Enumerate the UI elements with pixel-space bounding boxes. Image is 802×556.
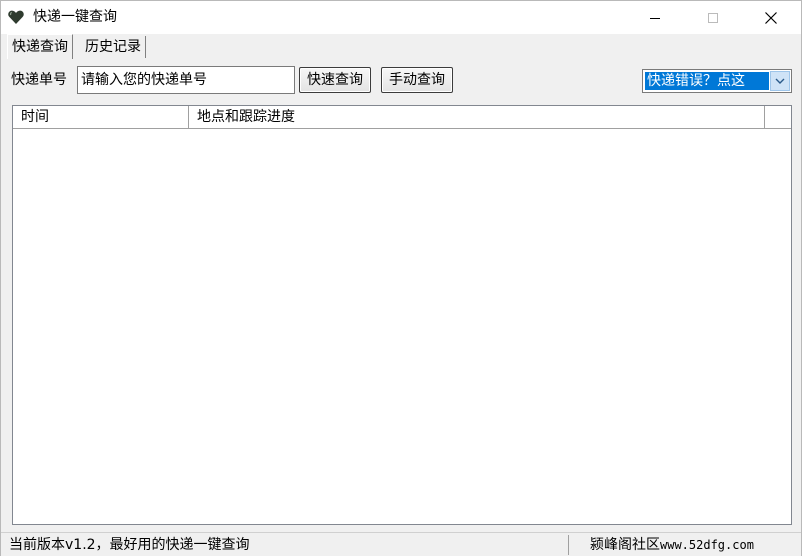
tab-express-query[interactable]: 快递查询 [7, 34, 73, 59]
dropdown-selected-value: 快递错误？点这 [645, 72, 769, 90]
tracking-results-list[interactable]: 时间 地点和跟踪进度 [12, 105, 792, 525]
column-header-time[interactable]: 时间 [13, 106, 189, 128]
chevron-down-icon [775, 78, 785, 84]
courier-error-dropdown[interactable]: 快递错误？点这 [642, 69, 792, 93]
app-window: 快递一键查询 快递查询 历史记录 快递单号 请输入您的快递单号 快速查询 手动查… [0, 0, 802, 556]
community-url: www.52dfg.com [660, 538, 754, 552]
close-icon [765, 11, 777, 24]
maximize-button[interactable] [684, 1, 742, 34]
close-button[interactable] [742, 1, 800, 34]
maximize-icon [708, 12, 718, 23]
fast-query-button[interactable]: 快速查询 [299, 67, 371, 93]
list-body[interactable] [13, 129, 791, 524]
dropdown-arrow-button[interactable] [770, 71, 790, 91]
heart-icon [8, 10, 24, 24]
title-bar[interactable]: 快递一键查询 [1, 1, 801, 34]
community-name: 颍峰阁社区 [590, 537, 660, 553]
window-title: 快递一键查询 [33, 9, 117, 25]
tab-history[interactable]: 历史记录 [81, 36, 146, 58]
tracking-number-input[interactable]: 请输入您的快递单号 [77, 66, 295, 94]
community-link[interactable]: 颍峰阁社区www.52dfg.com [590, 536, 754, 554]
tab-strip: 快递查询 历史记录 [1, 34, 801, 60]
list-header: 时间 地点和跟踪进度 [13, 106, 791, 129]
version-status-text: 当前版本v1.2，最好用的快递一键查询 [9, 537, 250, 553]
column-header-extra[interactable] [765, 106, 791, 128]
minimize-icon [650, 17, 660, 19]
minimize-button[interactable] [626, 1, 684, 34]
manual-query-button[interactable]: 手动查询 [381, 67, 453, 93]
tracking-number-label: 快递单号 [11, 72, 67, 88]
status-divider [568, 535, 569, 555]
column-header-progress[interactable]: 地点和跟踪进度 [189, 106, 765, 128]
status-bar: 当前版本v1.2，最好用的快递一键查询 颍峰阁社区www.52dfg.com [1, 532, 801, 556]
